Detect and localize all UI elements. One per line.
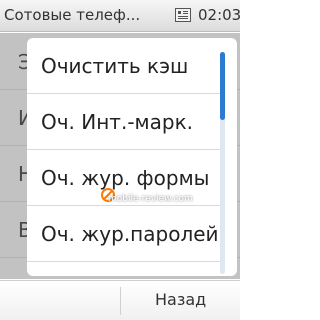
window-title: Сотовые телеф... [4, 6, 141, 24]
softkey-bar: Назад [0, 280, 240, 320]
menu-item-label: Очистить кэш [41, 54, 189, 78]
menu-item-label: Оч. Инт.-марк. [41, 110, 194, 134]
back-button[interactable]: Назад [121, 281, 240, 320]
menu-item-label: Оч. жур.паролей [41, 222, 219, 246]
watermark: mobile-review.com [108, 194, 193, 204]
menu-item-clear-password-log[interactable]: Оч. жур.паролей [27, 206, 223, 262]
status-bar: Сотовые телеф... 02:03 [0, 0, 242, 32]
menu-item-clear-cache[interactable]: Очистить кэш [27, 38, 223, 94]
menu-item-label: Оч. жур. формы [41, 166, 210, 190]
options-popup-menu: Очистить кэш Оч. Инт.-марк. Оч. жур. фор… [27, 38, 237, 276]
clock: 02:03 [198, 6, 242, 24]
scrollbar[interactable] [220, 52, 225, 274]
scrollbar-thumb[interactable] [220, 52, 225, 120]
back-button-label: Назад [155, 290, 207, 309]
menu-item-clear-internet-bookmarks[interactable]: Оч. Инт.-марк. [27, 94, 223, 150]
message-icon [175, 8, 191, 22]
